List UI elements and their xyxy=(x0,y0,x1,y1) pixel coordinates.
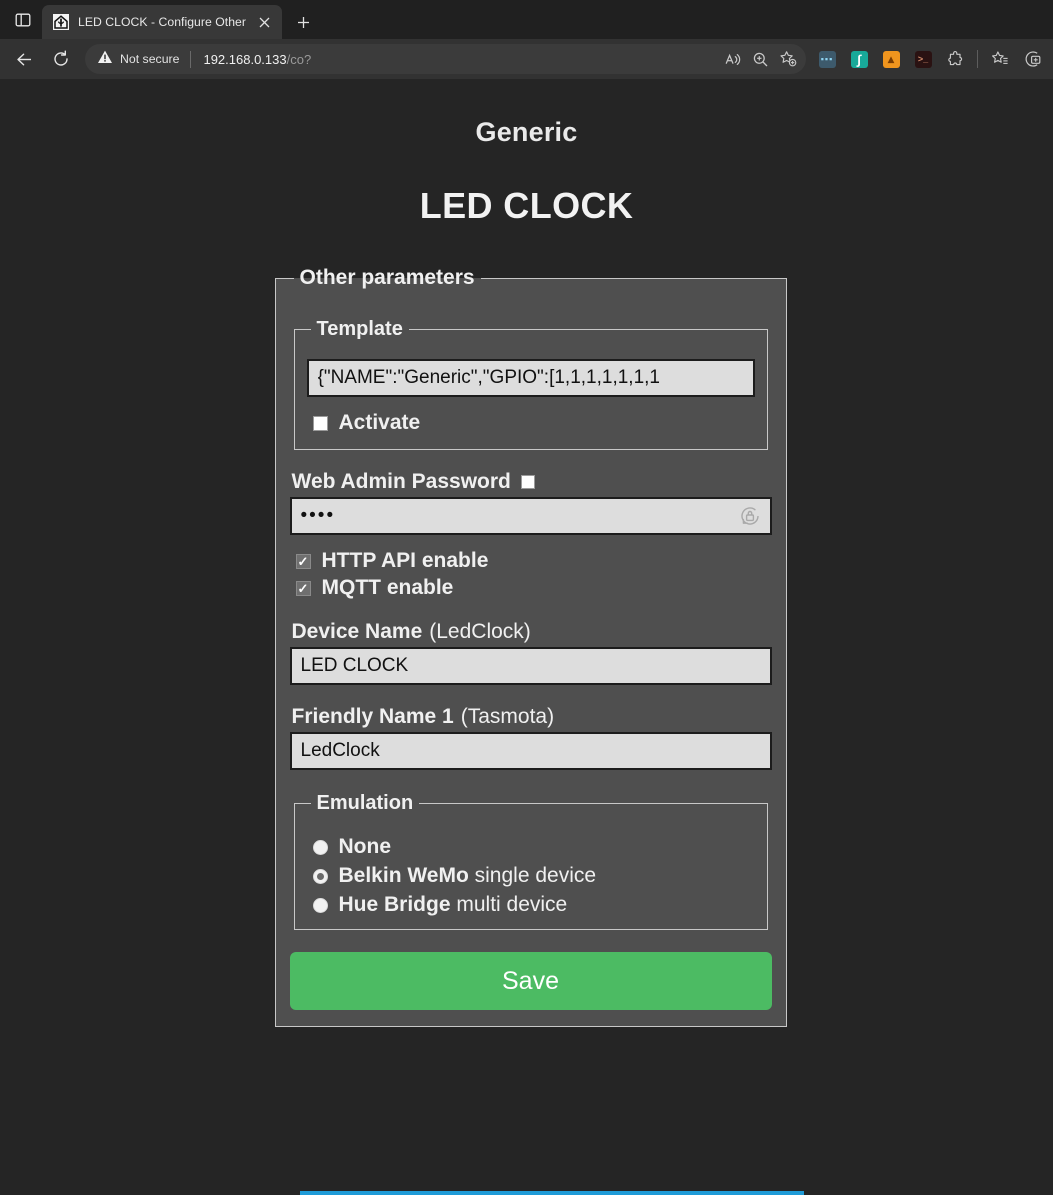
device-name-label: Device Name xyxy=(292,620,423,644)
security-status[interactable]: Not secure xyxy=(97,49,190,70)
mqtt-label: MQTT enable xyxy=(322,576,454,600)
http-api-row[interactable]: ✓ HTTP API enable xyxy=(290,549,772,573)
emulation-legend: Emulation xyxy=(311,792,420,815)
radio-none[interactable] xyxy=(313,840,328,855)
close-icon[interactable] xyxy=(254,12,275,33)
url-host: 192.168.0.133 xyxy=(203,52,286,67)
emulation-option-hue[interactable]: Hue Bridge multi device xyxy=(313,893,755,917)
other-parameters-fieldset: Other parameters Template Activate Web A… xyxy=(275,266,787,1027)
http-api-checkbox[interactable]: ✓ xyxy=(296,554,311,569)
other-parameters-legend: Other parameters xyxy=(294,266,481,290)
password-key-icon[interactable] xyxy=(737,503,763,529)
mqtt-row[interactable]: ✓ MQTT enable xyxy=(290,576,772,600)
zoom-icon[interactable] xyxy=(746,46,774,72)
radio-selected-dot xyxy=(317,873,324,880)
add-favorite-icon[interactable] xyxy=(774,46,802,72)
activate-checkbox[interactable] xyxy=(313,416,328,431)
emulation-fieldset: Emulation None Belkin WeMo single device xyxy=(294,792,768,930)
mqtt-checkbox[interactable]: ✓ xyxy=(296,581,311,596)
reload-icon[interactable] xyxy=(45,43,77,75)
new-tab-button[interactable] xyxy=(288,7,318,37)
device-name-input[interactable] xyxy=(290,647,772,685)
url-path: /co? xyxy=(287,52,312,67)
web-admin-password-label: Web Admin Password xyxy=(292,470,511,494)
emulation-hue-label: Hue Bridge multi device xyxy=(339,893,568,917)
favorites-list-icon[interactable] xyxy=(985,44,1015,74)
ext-chart-icon[interactable]: ▴ xyxy=(876,44,906,74)
tab-strip: LED CLOCK - Configure Other xyxy=(0,0,1053,39)
save-button[interactable]: Save xyxy=(290,952,772,1010)
tab-title: LED CLOCK - Configure Other xyxy=(78,15,250,29)
ext-scribe-icon[interactable]: ∫ xyxy=(844,44,874,74)
emulation-options: None Belkin WeMo single device Hue Bridg… xyxy=(307,835,755,917)
config-form: Other parameters Template Activate Web A… xyxy=(275,266,779,1027)
template-fieldset: Template Activate xyxy=(294,318,768,450)
device-name-label-row: Device Name (LedClock) xyxy=(292,620,772,644)
browser-tab[interactable]: LED CLOCK - Configure Other xyxy=(42,5,282,39)
tasmota-config-page: Generic LED CLOCK Other parameters Templ… xyxy=(0,79,1053,1027)
browser-window: LED CLOCK - Configure Other xyxy=(0,0,1053,1195)
puzzle-piece-icon[interactable] xyxy=(940,44,970,74)
tasmota-favicon xyxy=(52,14,69,31)
web-admin-password-input[interactable] xyxy=(290,497,772,535)
omnibox-actions xyxy=(718,46,802,72)
page-title: LED CLOCK xyxy=(0,188,1053,224)
back-arrow-icon[interactable] xyxy=(8,43,40,75)
activate-row[interactable]: Activate xyxy=(307,411,755,435)
web-admin-password-wrap xyxy=(290,497,772,535)
check-mark-icon: ✓ xyxy=(298,582,309,595)
emulation-option-none[interactable]: None xyxy=(313,835,755,859)
web-admin-password-label-row: Web Admin Password xyxy=(292,470,772,494)
extension-icons: ▪▪▪ ∫ ▴ >_ xyxy=(812,44,1047,74)
read-aloud-icon[interactable] xyxy=(718,46,746,72)
page-bottom-strip xyxy=(300,1191,804,1195)
browser-toolbar: Not secure 192.168.0.133/co? xyxy=(0,39,1053,79)
emulation-wemo-label: Belkin WeMo single device xyxy=(339,864,597,888)
radio-hue-bridge[interactable] xyxy=(313,898,328,913)
vertical-tabs-icon[interactable] xyxy=(4,4,42,36)
warning-triangle-icon xyxy=(97,49,113,70)
friendly-name-input[interactable] xyxy=(290,732,772,770)
template-legend: Template xyxy=(311,318,409,341)
ext-terminal-icon[interactable]: >_ xyxy=(908,44,938,74)
activate-label: Activate xyxy=(339,411,421,435)
emulation-option-wemo[interactable]: Belkin WeMo single device xyxy=(313,864,755,888)
security-label: Not secure xyxy=(120,52,179,66)
http-api-label: HTTP API enable xyxy=(322,549,489,573)
friendly-name-hint: (Tasmota) xyxy=(461,705,554,729)
emulation-none-label: None xyxy=(339,835,392,859)
toolbar-divider xyxy=(977,50,978,68)
device-model-heading: Generic xyxy=(0,119,1053,146)
address-bar[interactable]: Not secure 192.168.0.133/co? xyxy=(85,44,806,74)
ext-comments-icon[interactable]: ▪▪▪ xyxy=(812,44,842,74)
template-input[interactable] xyxy=(307,359,755,397)
friendly-name-label-row: Friendly Name 1 (Tasmota) xyxy=(292,705,772,729)
show-password-checkbox[interactable] xyxy=(521,475,535,489)
check-mark-icon: ✓ xyxy=(298,555,309,568)
radio-belkin-wemo[interactable] xyxy=(313,869,328,884)
page-viewport: Generic LED CLOCK Other parameters Templ… xyxy=(0,79,1053,1195)
friendly-name-label: Friendly Name 1 xyxy=(292,705,454,729)
url-text: 192.168.0.133/co? xyxy=(191,52,718,67)
device-name-hint: (LedClock) xyxy=(429,620,531,644)
collections-icon[interactable] xyxy=(1017,44,1047,74)
